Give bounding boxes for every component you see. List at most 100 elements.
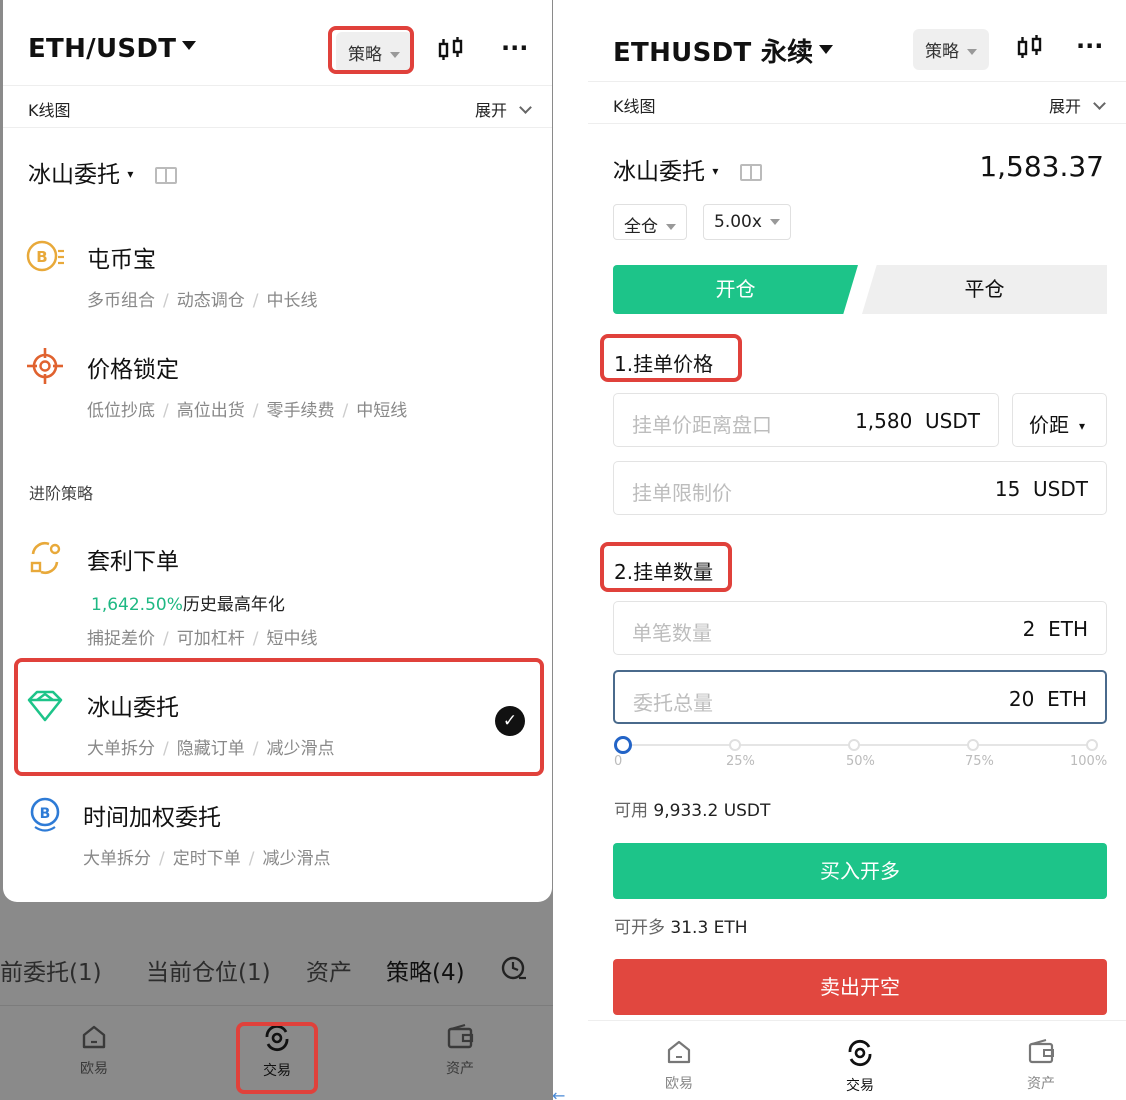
kline-bar[interactable]: K线图 展开 bbox=[588, 82, 1126, 124]
expand-toggle[interactable]: 展开 bbox=[475, 97, 532, 121]
total-qty-placeholder: 委托总量 bbox=[633, 691, 713, 715]
caret-down-icon: ▾ bbox=[712, 164, 719, 178]
price-distance-placeholder: 挂单价距离盘口 bbox=[632, 413, 772, 437]
svg-text:B: B bbox=[40, 806, 51, 822]
qty-slider[interactable]: 0 25% 50% 75% 100% bbox=[614, 736, 1107, 776]
tag: 可加杠杆 bbox=[176, 629, 245, 649]
caret-down-icon bbox=[182, 41, 197, 50]
history-icon[interactable] bbox=[500, 955, 528, 989]
tag: 短中线 bbox=[266, 629, 318, 649]
candlestick-icon[interactable] bbox=[437, 36, 465, 68]
available-label: 可用 bbox=[614, 801, 648, 821]
close-position-tab[interactable]: 平仓 bbox=[862, 265, 1107, 314]
tab-current-positions[interactable]: 当前仓位(1) bbox=[146, 953, 271, 987]
book-icon[interactable] bbox=[154, 167, 177, 184]
nav-home[interactable]: 欧易 bbox=[54, 1023, 134, 1078]
tag: 中短线 bbox=[356, 401, 408, 421]
distance-type-label: 价距 ▾ bbox=[1029, 409, 1085, 438]
current-strategy-title[interactable]: 冰山委托 ▾ bbox=[28, 155, 177, 189]
tab-current-orders[interactable]: 前委托(1) bbox=[0, 953, 102, 987]
tag: 零手续费 bbox=[266, 401, 335, 421]
margin-mode-label: 全仓 bbox=[624, 217, 658, 237]
slider-label: 25% bbox=[726, 754, 755, 769]
wallet-icon bbox=[1001, 1038, 1081, 1073]
tag: 多币组合 bbox=[87, 291, 155, 311]
can-open-value: 31.3 ETH bbox=[670, 918, 748, 938]
right-bottom-nav: 欧易 交易 资产 bbox=[588, 1020, 1126, 1100]
nav-assets[interactable]: 资产 bbox=[420, 1023, 500, 1078]
candlestick-icon[interactable] bbox=[1016, 34, 1044, 66]
highlight-step2 bbox=[600, 542, 732, 592]
expand-toggle[interactable]: 展开 bbox=[1048, 93, 1106, 117]
unit: ETH bbox=[1047, 687, 1087, 711]
expand-label: 展开 bbox=[1048, 97, 1081, 116]
leverage-label: 5.00x bbox=[714, 212, 762, 232]
tag: 大单拆分 bbox=[83, 849, 151, 869]
advanced-section-label: 进阶策略 bbox=[29, 484, 94, 503]
slider-stop[interactable] bbox=[1086, 739, 1098, 751]
right-header: ETHUSDT 永续 策略 ··· bbox=[588, 0, 1126, 82]
total-qty-input[interactable]: 委托总量 20 ETH bbox=[613, 670, 1107, 724]
target-icon bbox=[25, 346, 65, 386]
nav-trade[interactable]: 交易 bbox=[820, 1038, 900, 1095]
slider-label: 75% bbox=[965, 754, 994, 769]
book-icon[interactable] bbox=[739, 164, 762, 181]
buy-long-button[interactable]: 买入开多 bbox=[613, 843, 1107, 899]
nav-home[interactable]: 欧易 bbox=[639, 1038, 719, 1093]
slider-stop[interactable] bbox=[967, 739, 979, 751]
more-icon[interactable]: ··· bbox=[1076, 32, 1103, 60]
kline-bar[interactable]: K线图 展开 bbox=[3, 86, 552, 128]
highlight-step1 bbox=[600, 334, 742, 382]
nav-home-label: 欧易 bbox=[665, 1076, 693, 1092]
svg-text:B: B bbox=[36, 248, 47, 266]
strategy-button[interactable]: 策略 bbox=[913, 29, 989, 70]
can-open-label: 可开多 bbox=[614, 918, 665, 938]
slider-stop[interactable] bbox=[848, 739, 860, 751]
slider-stop[interactable] bbox=[729, 739, 741, 751]
tag: 捕捉差价 bbox=[87, 629, 155, 649]
single-qty-input[interactable]: 单笔数量 2 ETH bbox=[613, 601, 1107, 655]
right-screen: ETHUSDT 永续 策略 ··· K线图 展开 冰山委托 ▾ 1,583.37… bbox=[588, 0, 1126, 1100]
strategy-tags: 低位抄底 / 高位出货 / 零手续费 / 中短线 bbox=[87, 401, 408, 421]
single-qty-value: 2 ETH bbox=[1023, 617, 1088, 641]
margin-mode-select[interactable]: 全仓 bbox=[613, 204, 687, 240]
pair-selector[interactable]: ETH/USDT bbox=[28, 34, 197, 64]
rate-text: 历史最高年化 bbox=[182, 595, 285, 615]
caret-down-icon bbox=[967, 49, 977, 55]
tab-strategy[interactable]: 策略(4) bbox=[386, 953, 465, 987]
unit: ETH bbox=[1048, 617, 1088, 641]
kline-label: K线图 bbox=[613, 97, 656, 116]
strategy-name: 屯币宝 bbox=[87, 247, 156, 273]
tab-assets[interactable]: 资产 bbox=[306, 953, 352, 987]
limit-price-input[interactable]: 挂单限制价 15 USDT bbox=[613, 461, 1107, 515]
unit: USDT bbox=[1033, 477, 1088, 501]
limit-price-value: 15 USDT bbox=[995, 477, 1088, 501]
arbitrage-icon bbox=[25, 538, 65, 578]
pair-selector[interactable]: ETHUSDT 永续 bbox=[613, 32, 834, 69]
price-distance-input[interactable]: 挂单价距离盘口 1,580 USDT bbox=[613, 393, 999, 447]
slider-handle[interactable] bbox=[614, 736, 632, 754]
total-qty-value: 20 ETH bbox=[1009, 687, 1087, 711]
sell-short-button[interactable]: 卖出开空 bbox=[613, 959, 1107, 1015]
highlight-nav-trade bbox=[236, 1022, 318, 1094]
strategy-name: 套利下单 bbox=[87, 549, 179, 575]
distance-type-select[interactable]: 价距 ▾ bbox=[1012, 393, 1107, 447]
more-icon[interactable]: ··· bbox=[501, 34, 528, 62]
home-icon bbox=[54, 1023, 134, 1058]
slider-label: 50% bbox=[846, 754, 875, 769]
value: 价距 bbox=[1029, 413, 1069, 437]
last-price: 1,583.37 bbox=[979, 150, 1104, 183]
arbitrage-rate: 1,642.50%历史最高年化 bbox=[91, 590, 285, 615]
pair-label: ETH/USDT bbox=[28, 34, 177, 64]
current-strategy-label: 冰山委托 bbox=[613, 159, 705, 185]
single-qty-placeholder: 单笔数量 bbox=[632, 621, 712, 645]
arrow-left-icon: ← bbox=[552, 1086, 566, 1100]
open-position-tab[interactable]: 开仓 bbox=[613, 265, 858, 314]
nav-assets[interactable]: 资产 bbox=[1001, 1038, 1081, 1093]
caret-down-icon bbox=[666, 224, 676, 230]
leverage-select[interactable]: 5.00x bbox=[703, 204, 791, 240]
available-balance: 可用 9,933.2 USDT bbox=[614, 796, 770, 821]
clock-b-icon: B bbox=[25, 794, 65, 834]
current-strategy-title[interactable]: 冰山委托 ▾ bbox=[613, 152, 762, 186]
nav-trade-label: 交易 bbox=[846, 1078, 874, 1094]
